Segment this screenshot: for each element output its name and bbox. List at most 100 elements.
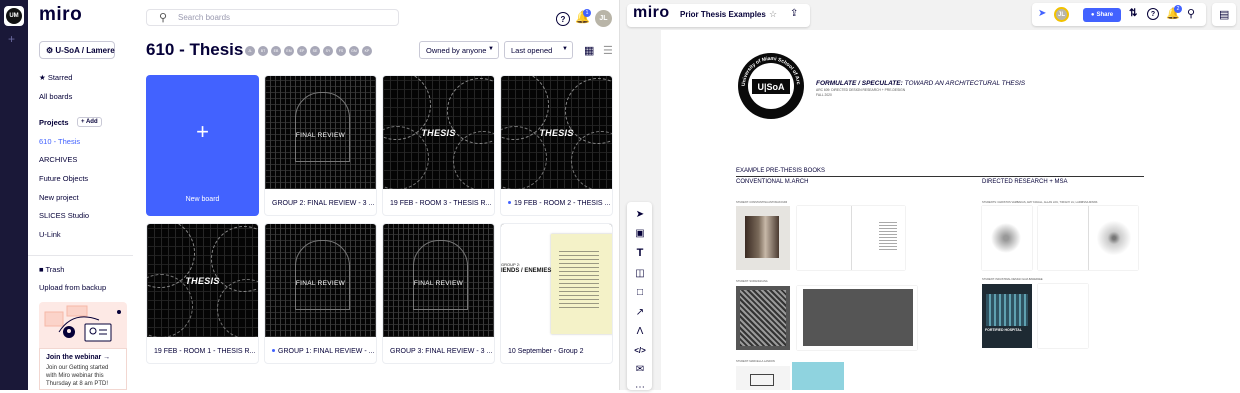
search-input[interactable]: ⚲ Search boards xyxy=(146,9,399,26)
webinar-text: Join our Getting started xyxy=(46,365,109,371)
connector-tool-icon[interactable]: ↗ xyxy=(634,306,646,318)
star-icon[interactable]: ☆ xyxy=(769,9,777,20)
webinar-title[interactable]: Join the webinar → xyxy=(40,349,126,361)
member-avatar[interactable]: EB xyxy=(271,46,281,56)
project-item[interactable]: 610 - Thesis xyxy=(39,137,80,146)
member-avatar[interactable]: JL xyxy=(245,46,255,56)
member-avatar[interactable]: KP xyxy=(362,46,372,56)
embed-code-icon[interactable]: </> xyxy=(634,344,646,356)
search-icon[interactable]: ⚲ xyxy=(1187,7,1195,20)
nav-trash[interactable]: ■ Trash xyxy=(39,265,64,274)
add-project-button[interactable]: + Add xyxy=(77,117,102,127)
project-item[interactable]: SLICES Studio xyxy=(39,211,89,220)
help-icon[interactable]: ? xyxy=(556,12,570,26)
comment-icon[interactable]: ✉ xyxy=(634,363,646,375)
grid-view-icon[interactable]: ▦ xyxy=(584,44,594,57)
board-card[interactable]: THESIS 19 FEB - ROOM 2 - THESIS ... xyxy=(500,75,613,216)
book-spread xyxy=(1038,206,1138,270)
member-avatar[interactable]: EM xyxy=(284,46,294,56)
webinar-text: with Miro webinar this xyxy=(46,373,104,379)
student-label: STUDENTS: CHRISTOS VAMBAKAS, AMY KAVALL,… xyxy=(982,201,1098,204)
project-item[interactable]: Future Objects xyxy=(39,174,88,183)
webinar-text: Thursday at 8 am PTD! xyxy=(46,381,109,387)
collaborator-avatar[interactable]: JL xyxy=(1054,7,1069,22)
search-placeholder: Search boards xyxy=(178,13,231,22)
share-button[interactable]: ● Share xyxy=(1083,8,1121,22)
board-card[interactable]: FINAL REVIEW GROUP 2: FINAL REVIEW - 3 ..… xyxy=(264,75,377,216)
section-rule xyxy=(736,176,1144,177)
project-item[interactable]: New project xyxy=(39,193,79,202)
owner-filter-value: Owned by anyone xyxy=(426,46,487,55)
book-page xyxy=(1038,284,1088,348)
sort-select[interactable]: Last opened ▼ xyxy=(504,41,573,59)
board-label: 19 FEB - ROOM 2 - THESIS ... xyxy=(501,189,612,215)
board-card[interactable]: THESIS 19 FEB - ROOM 3 - THESIS R... xyxy=(382,75,495,216)
sticky-note-icon[interactable]: ◫ xyxy=(634,267,646,279)
share-icon: ● xyxy=(1090,12,1095,18)
trash-icon: ■ xyxy=(39,265,44,274)
board-miro-logo[interactable]: miro xyxy=(633,4,670,22)
member-avatar[interactable]: EP xyxy=(297,46,307,56)
help-icon[interactable]: ? xyxy=(1147,8,1159,20)
workspace-badge: UM xyxy=(6,8,22,24)
team-name: U-SoA / Lamere xyxy=(55,46,115,55)
boards-grid: + New board FINAL REVIEW GROUP 2: FINAL REV… xyxy=(146,75,616,390)
nav-upload-backup[interactable]: Upload from backup xyxy=(39,283,106,292)
sort-value: Last opened xyxy=(511,46,553,55)
board-card[interactable]: GROUP 2: IENDS / ENEMIES 10 September - Gr… xyxy=(500,223,613,364)
board-card[interactable]: FINAL REVIEW GROUP 3: FINAL REVIEW - 3 ..… xyxy=(382,223,495,364)
frame-tool-icon[interactable]: ▣ xyxy=(634,227,646,239)
board-thumbnail: THESIS xyxy=(501,76,612,189)
board-title: GROUP 3: FINAL REVIEW - 3 ... xyxy=(390,348,493,355)
member-avatar[interactable]: GM xyxy=(349,46,359,56)
select-tool-icon[interactable]: ➤ xyxy=(634,208,646,220)
book-cover: FORTIFIED HOSPITAL xyxy=(982,284,1032,348)
board-title: GROUP 1: FINAL REVIEW - ... xyxy=(278,348,375,355)
text-tool-icon[interactable]: T xyxy=(634,247,646,259)
thumb-title: IENDS / ENEMIES xyxy=(501,268,552,274)
share-label: Share xyxy=(1096,12,1114,18)
board-thumbnail: FINAL REVIEW xyxy=(265,224,376,337)
board-label: 19 FEB - ROOM 3 - THESIS R... xyxy=(383,189,494,215)
member-avatar[interactable]: SE xyxy=(310,46,320,56)
owner-filter[interactable]: Owned by anyone ▼ xyxy=(419,41,499,59)
board-title: GROUP 2: FINAL REVIEW - 3 ... xyxy=(272,200,375,207)
board-menu-button[interactable]: ▤ xyxy=(1212,3,1236,26)
shape-tool-icon[interactable]: □ xyxy=(634,286,646,298)
board-card[interactable]: THESIS 19 FEB - ROOM 1 - THESIS R... xyxy=(146,223,259,364)
list-view-icon[interactable]: ☰ xyxy=(603,44,613,57)
unread-dot xyxy=(508,201,511,204)
user-avatar[interactable]: JL xyxy=(595,10,612,27)
column-title: DIRECTED RESEARCH + MSA xyxy=(982,179,1068,185)
project-item[interactable]: ARCHIVES xyxy=(39,155,77,164)
creation-toolbar: ➤ ▣ T ◫ □ ↗ Λ </> ✉ ⋯ xyxy=(627,202,652,393)
board-title: 19 FEB - ROOM 3 - THESIS R... xyxy=(390,200,492,207)
nav-starred[interactable]: ★ Starred xyxy=(39,73,72,82)
more-tools-icon[interactable]: ⋯ xyxy=(634,381,646,393)
thumb-title: THESIS xyxy=(421,128,456,138)
board-title-bar: miro Prior Thesis Examples ☆ ⇪ xyxy=(627,4,810,27)
nav-all-boards[interactable]: All boards xyxy=(39,92,72,101)
miro-logo[interactable]: miro xyxy=(39,4,82,26)
add-workspace-icon[interactable]: + xyxy=(8,32,15,46)
board-card[interactable]: FINAL REVIEW GROUP 1: FINAL REVIEW - ... xyxy=(264,223,377,364)
workspace-switcher[interactable]: UM xyxy=(4,6,24,26)
team-selector[interactable]: ⚙ U-SoA / Lamere xyxy=(39,41,115,59)
nav-trash-label: Trash xyxy=(45,265,65,274)
export-icon[interactable]: ⇪ xyxy=(790,8,798,19)
thumb-arch xyxy=(413,240,468,310)
student-label: STUDENT: INDUSTRIAL DESIGN GAIA BANERJEE xyxy=(982,278,1043,281)
reactions-icon[interactable]: ➤ xyxy=(1038,8,1046,19)
member-avatar[interactable]: BT xyxy=(258,46,268,56)
pen-tool-icon[interactable]: Λ xyxy=(634,325,646,337)
board-title: 10 September - Group 2 xyxy=(508,348,584,355)
board-title[interactable]: Prior Thesis Examples xyxy=(680,10,766,19)
settings-sliders-icon[interactable]: ⇅ xyxy=(1129,8,1137,19)
project-item[interactable]: U-Link xyxy=(39,230,61,239)
member-avatar[interactable]: SY xyxy=(323,46,333,56)
member-avatar[interactable]: FS xyxy=(336,46,346,56)
member-avatars[interactable]: JL BT EB EM EP SE SY FS GM KP xyxy=(245,46,372,56)
thumb-arch xyxy=(295,240,350,310)
new-board-card[interactable]: + New board xyxy=(146,75,259,216)
board-frame: University of Miami School of Architectu… xyxy=(661,30,1240,390)
